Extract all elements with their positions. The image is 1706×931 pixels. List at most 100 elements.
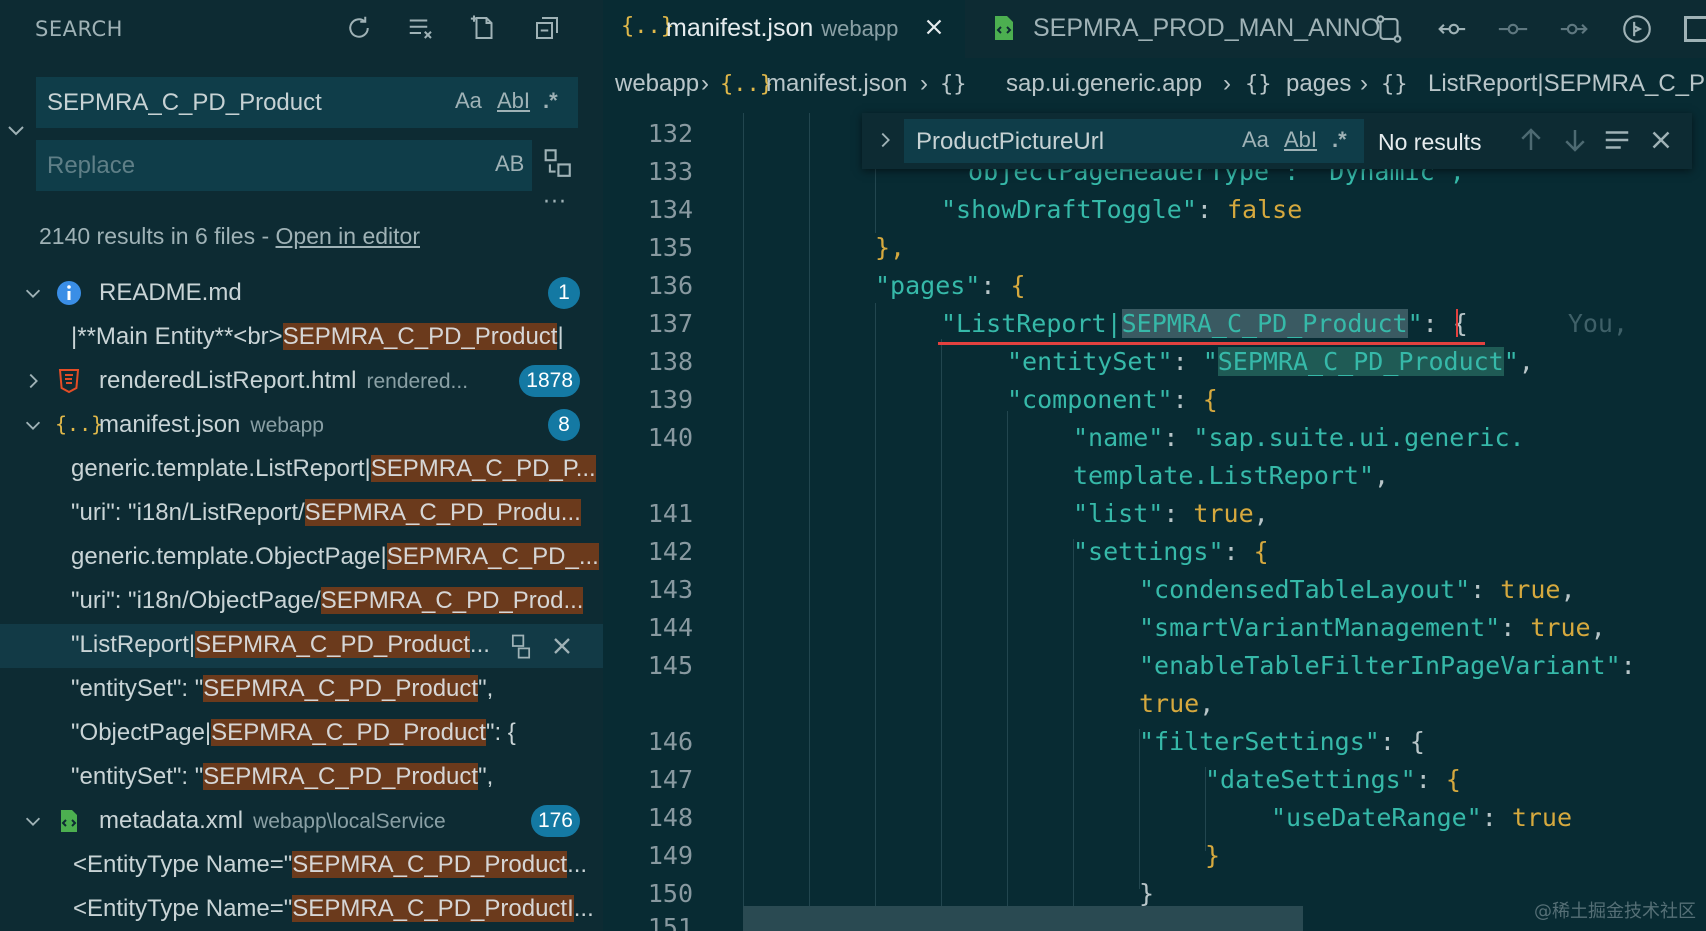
file-row-rendered-list-report[interactable]: renderedListReport.html rendered... 1878: [0, 360, 603, 404]
chevron-down-icon[interactable]: [22, 810, 44, 832]
find-in-selection-icon[interactable]: [1602, 125, 1632, 155]
match-row[interactable]: "entitySet": "SEPMRA_C_PD_Product",: [0, 756, 603, 800]
previous-match-arrow-up-icon[interactable]: [1516, 125, 1546, 155]
split-editor-icon[interactable]: [1684, 16, 1706, 42]
tab-manifest-json[interactable]: {..} manifest.json webapp: [603, 0, 965, 58]
object-icon: {}: [1381, 72, 1408, 97]
search-field[interactable]: Aa AbI .*: [36, 77, 578, 128]
replace-field[interactable]: AB: [36, 140, 532, 191]
match-highlight: SEPMRA_C_PD_Product: [282, 323, 558, 350]
file-row-readme[interactable]: README.md 1: [0, 272, 603, 316]
info-icon: [57, 281, 81, 305]
line-number: 142: [647, 537, 693, 566]
match-whole-word-toggle[interactable]: AbI: [497, 88, 530, 114]
close-icon[interactable]: [921, 14, 947, 40]
chevron-down-icon[interactable]: [22, 414, 44, 436]
find-result-status: No results: [1378, 129, 1482, 155]
use-regex-toggle[interactable]: .*: [543, 88, 558, 114]
go-forward-change-icon[interactable]: [1558, 12, 1592, 46]
collapse-all-icon[interactable]: [529, 10, 565, 46]
match-row[interactable]: "uri": "i18n/ObjectPage/SEPMRA_C_PD_Prod…: [0, 580, 603, 624]
line-number-gutter: 132 133 134 135 136 137 138 139 140 141 …: [603, 113, 693, 931]
dismiss-icon[interactable]: [548, 632, 576, 660]
match-row[interactable]: generic.template.ObjectPage|SEPMRA_C_PD_…: [0, 536, 603, 580]
match-row[interactable]: generic.template.ListReport|SEPMRA_C_PD_…: [0, 448, 603, 492]
next-match-arrow-down-icon[interactable]: [1560, 125, 1590, 155]
go-back-change-icon[interactable]: [1434, 12, 1468, 46]
refresh-icon[interactable]: [341, 10, 377, 46]
search-input[interactable]: [45, 78, 429, 127]
match-row[interactable]: <EntityType Name="SEPMRA_C_PD_ProductI..…: [0, 888, 603, 931]
match-row[interactable]: |**Main Entity**<br>SEPMRA_C_PD_Product|: [0, 316, 603, 360]
code-line: "enableTableFilterInPageVariant":: [1139, 651, 1636, 680]
breadcrumb-symbol[interactable]: sap.ui.generic.app: [1006, 70, 1202, 98]
line-number: 132: [647, 119, 693, 148]
code-line-wrapped: template.ListReport",: [1073, 461, 1390, 490]
replace-all-icon[interactable]: [540, 146, 574, 180]
match-prefix: generic.template.ObjectPage|: [71, 543, 387, 570]
horizontal-scrollbar[interactable]: [743, 906, 1303, 931]
code-line: "name": "sap.suite.ui.generic.: [1073, 423, 1525, 452]
breadcrumb-symbol[interactable]: ListReport|SEPMRA_C_PD: [1428, 70, 1706, 98]
replace-icon[interactable]: [507, 632, 535, 660]
code-line: "settings": {: [1073, 537, 1269, 566]
more-actions-icon[interactable]: ···: [543, 190, 567, 215]
code-line: "entitySet": "SEPMRA_C_PD_Product",: [1007, 347, 1534, 376]
compare-changes-icon[interactable]: [1372, 12, 1406, 46]
match-row[interactable]: "entitySet": "SEPMRA_C_PD_Product",: [0, 668, 603, 712]
find-input[interactable]: [914, 119, 1218, 165]
code-editor[interactable]: 132 133 134 135 136 137 138 139 140 141 …: [603, 113, 1706, 931]
match-whole-word-toggle[interactable]: AbI: [1284, 127, 1317, 153]
match-prefix: "uri": "i18n/ObjectPage/: [71, 587, 321, 614]
breadcrumb-file[interactable]: manifest.json: [766, 70, 907, 98]
toggle-replace-chevron-icon[interactable]: [4, 118, 28, 142]
chevron-right-icon[interactable]: [22, 370, 44, 392]
use-regex-toggle[interactable]: .*: [1332, 127, 1347, 153]
match-row[interactable]: "ObjectPage|SEPMRA_C_PD_Product": {: [0, 712, 603, 756]
indent-guide: [1007, 411, 1008, 931]
chevron-down-icon[interactable]: [22, 282, 44, 304]
line-number: 148: [647, 803, 693, 832]
match-row[interactable]: "uri": "i18n/ListReport/SEPMRA_C_PD_Prod…: [0, 492, 603, 536]
find-field[interactable]: Aa AbI .*: [904, 119, 1364, 165]
preserve-case-toggle[interactable]: AB: [495, 151, 524, 177]
replace-input[interactable]: [45, 141, 429, 190]
git-blame-annotation: You,: [1567, 309, 1629, 338]
file-name: renderedListReport.html rendered...: [99, 367, 468, 395]
json-key: "settings": [1073, 537, 1224, 566]
json-value: true: [1511, 803, 1573, 832]
new-search-editor-icon[interactable]: [466, 10, 502, 46]
file-row-manifest[interactable]: {..} manifest.json webapp 8: [0, 404, 603, 448]
json-key: "entitySet": [1007, 347, 1173, 376]
match-case-toggle[interactable]: Aa: [455, 88, 482, 114]
match-highlight: SEPMRA_C_PD_ProductI: [292, 895, 574, 922]
file-name: README.md: [99, 279, 242, 306]
file-row-metadata[interactable]: metadata.xml webapp\localService 176: [0, 800, 603, 844]
commit-icon[interactable]: [1496, 12, 1530, 46]
line-number: 140: [647, 423, 693, 452]
file-name-text: metadata.xml: [99, 807, 244, 834]
breadcrumb-symbol[interactable]: pages: [1286, 70, 1351, 98]
match-case-toggle[interactable]: Aa: [1242, 127, 1269, 153]
match-row-selected[interactable]: "ListReport|SEPMRA_C_PD_Product...: [0, 624, 603, 668]
code-line: "showDraftToggle": false: [941, 195, 1303, 224]
json-key: "useDateRange": [1271, 803, 1482, 832]
clear-results-icon[interactable]: [403, 10, 439, 46]
match-highlight: SEPMRA_C_PD_...: [386, 543, 599, 570]
breadcrumb-separator-icon: ›: [701, 70, 709, 97]
match-text: <EntityType Name="SEPMRA_C_PD_Product...: [73, 851, 587, 879]
toggle-replace-chevron-icon[interactable]: [874, 129, 896, 151]
match-text: "uri": "i18n/ObjectPage/SEPMRA_C_PD_Prod…: [71, 587, 584, 615]
json-value: true: [1530, 613, 1591, 642]
line-number: 143: [647, 575, 693, 604]
breadcrumb-folder[interactable]: webapp: [615, 70, 699, 98]
sidebar-title: SEARCH: [35, 17, 123, 41]
git-graph-icon[interactable]: [1620, 12, 1654, 46]
code-token: },: [875, 233, 906, 262]
json-key: "filterSettings": [1139, 727, 1380, 756]
close-icon[interactable]: [1646, 125, 1676, 155]
match-text: generic.template.ObjectPage|SEPMRA_C_PD_…: [71, 543, 599, 571]
tab-sepmra-prod-man-anno[interactable]: SEPMRA_PROD_MAN_ANNO: [965, 0, 1380, 58]
open-in-editor-link[interactable]: Open in editor: [276, 223, 420, 249]
match-row[interactable]: <EntityType Name="SEPMRA_C_PD_Product...: [0, 844, 603, 888]
